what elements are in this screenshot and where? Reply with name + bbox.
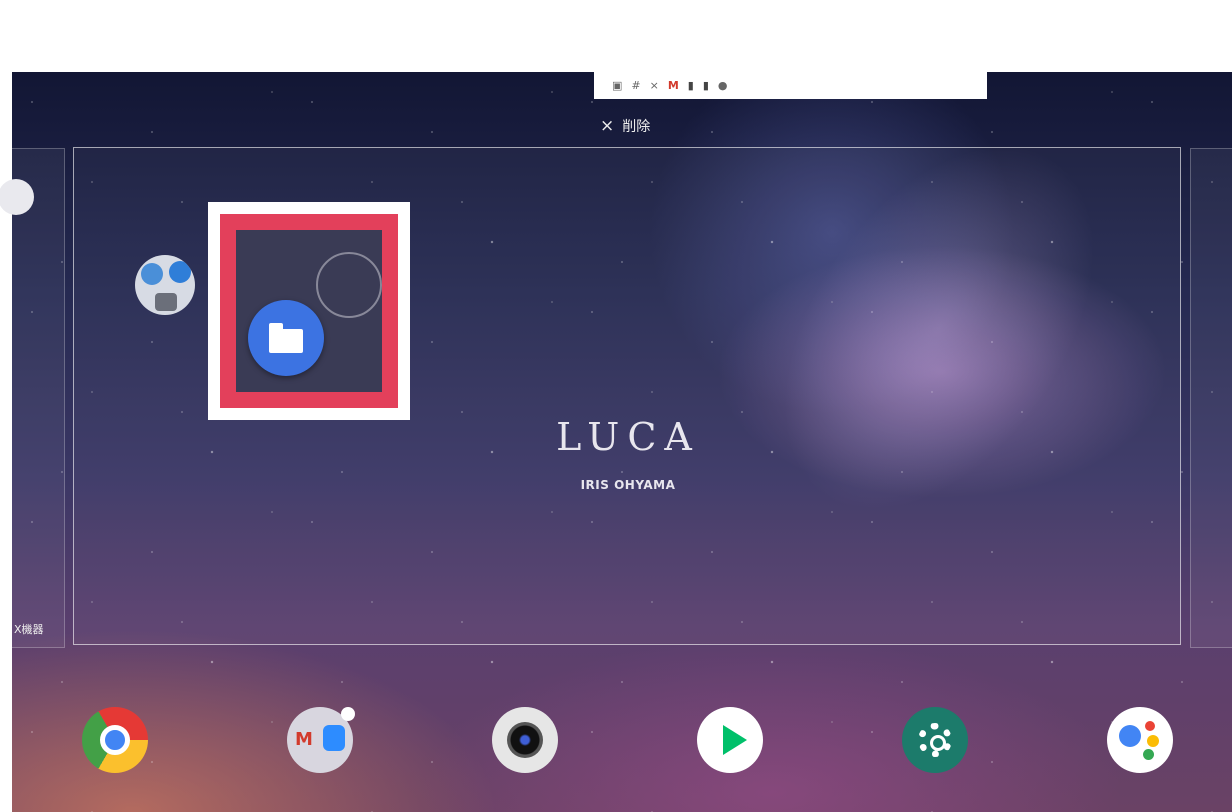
notification-icon: ▮	[687, 79, 694, 92]
zoom-icon	[323, 725, 345, 751]
gmail-icon: M	[295, 729, 313, 750]
folder-app-1	[141, 263, 163, 285]
assistant-dot-green	[1143, 749, 1154, 760]
badge-icon	[341, 707, 355, 721]
notification-bar: ▣ # × M ▮ ▮ ●	[594, 72, 987, 99]
image-icon: ▣	[612, 79, 623, 92]
left-home-page[interactable]: X機器	[0, 148, 65, 648]
close-icon: ×	[600, 115, 615, 136]
delete-label: 削除	[622, 119, 651, 135]
camera-icon[interactable]	[492, 707, 558, 773]
folder-app-3	[155, 293, 177, 311]
assistant-dot-yellow	[1147, 735, 1159, 747]
app-icon	[0, 179, 34, 215]
assistant-icon[interactable]	[1107, 707, 1173, 773]
app-folder-icon[interactable]	[135, 255, 195, 315]
drag-highlight-box	[208, 202, 410, 420]
gmail-icon: M	[667, 79, 679, 92]
assistant-dot-blue	[1119, 725, 1141, 747]
left-page-label: X機器	[14, 623, 44, 636]
galaxy-glow	[503, 148, 1232, 646]
gmail-zoom-folder-icon[interactable]: M	[287, 707, 355, 773]
folder-icon	[269, 323, 303, 353]
files-app-icon[interactable]	[248, 300, 324, 376]
close-icon: ×	[649, 79, 659, 92]
brand-name: LUCA	[556, 415, 700, 459]
slack-icon: #	[631, 79, 641, 92]
settings-icon[interactable]	[902, 707, 968, 773]
mic-icon: ●	[717, 79, 728, 92]
assistant-dot-red	[1145, 721, 1155, 731]
drop-target-circle	[316, 252, 382, 318]
folder-app-2	[169, 261, 191, 283]
brand-subtitle: IRIS OHYAMA	[580, 478, 676, 492]
play-store-icon[interactable]	[697, 707, 763, 773]
delete-drop-target[interactable]: × 削除	[600, 116, 650, 136]
gear-icon	[918, 723, 952, 757]
wallpaper-brand: LUCA IRIS OHYAMA	[540, 418, 716, 492]
drop-slot[interactable]	[236, 230, 382, 392]
chrome-icon[interactable]	[82, 707, 148, 773]
notification-icon: ▮	[702, 79, 709, 92]
